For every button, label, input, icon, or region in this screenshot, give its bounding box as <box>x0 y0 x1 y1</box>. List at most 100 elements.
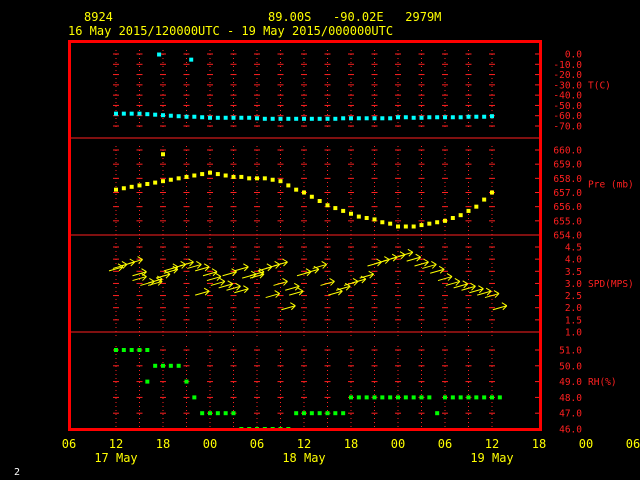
x-tick-label: 12 <box>297 437 311 451</box>
corner-label: 2 <box>14 467 20 478</box>
wind-arrow <box>359 270 375 279</box>
pressure-point <box>435 220 440 225</box>
humidity-point <box>208 411 212 416</box>
humidity-point <box>121 348 126 352</box>
x-tick-label: 12 <box>485 437 499 451</box>
temperature-point <box>145 112 150 117</box>
humidity-point <box>341 411 346 416</box>
temperature-point <box>317 116 322 121</box>
temperature-point <box>380 116 385 121</box>
grid-layer <box>69 50 539 433</box>
pressure-point <box>309 194 314 199</box>
humidity-point <box>129 348 134 352</box>
y-tick-label: 658.0 <box>553 174 582 185</box>
pressure-point <box>411 224 416 229</box>
wind-arrow <box>226 282 241 291</box>
temperature-point <box>189 57 194 62</box>
humidity-point <box>427 395 432 400</box>
pressure-point <box>286 183 291 188</box>
humidity-point <box>168 363 173 368</box>
y-tick-label: 654.0 <box>553 231 582 242</box>
temperature-point <box>388 116 393 121</box>
temperature-point <box>215 115 220 120</box>
pressure-point <box>466 208 471 213</box>
wind-arrow <box>195 263 210 272</box>
pressure-point <box>302 190 306 195</box>
wind-arrow <box>132 268 147 277</box>
temperature-point <box>161 113 165 118</box>
x-tick-label: 12 <box>109 437 123 451</box>
humidity-point <box>403 395 408 400</box>
humidity-point <box>153 363 158 368</box>
temperature-point <box>396 115 400 120</box>
temperature-point <box>157 52 162 57</box>
y-tick-label: 660.0 <box>553 146 582 157</box>
pressure-point <box>137 183 142 188</box>
humidity-point <box>380 395 385 400</box>
temperature-point <box>443 115 447 120</box>
humidity-point <box>364 395 369 400</box>
pressure-point <box>145 182 150 186</box>
panel-label-pressure: Pre (mb) <box>588 180 634 191</box>
wind-arrow <box>492 302 508 311</box>
humidity-point <box>411 395 416 400</box>
time-range: 16 May 2015/120000UTC - 19 May 2015/0000… <box>68 24 393 38</box>
y-tick-label: 4.5 <box>565 243 582 254</box>
wind-arrow <box>187 260 202 269</box>
pressure-point <box>458 213 463 218</box>
humidity-point <box>184 379 189 384</box>
station-location: 89.00S -90.02E 2979M <box>268 10 441 24</box>
y-tick-label: 2.5 <box>565 291 582 302</box>
temperature-point <box>168 113 173 118</box>
pressure-point <box>396 224 400 229</box>
temperature-point <box>474 114 479 119</box>
x-tick-label: 18 <box>156 437 170 451</box>
x-day-label: 19 May <box>470 451 513 465</box>
temperature-point <box>184 114 189 119</box>
humidity-point <box>482 395 487 400</box>
pressure-point <box>223 173 228 178</box>
y-tick-label: 46.0 <box>559 425 582 436</box>
humidity-point <box>450 395 455 400</box>
pressure-point <box>231 174 236 179</box>
temperature-point <box>286 116 291 121</box>
panel-label-temperature: T(C) <box>588 80 611 91</box>
temperature-point <box>372 116 377 121</box>
temperature-point <box>482 114 487 119</box>
y-tick-label: 48.0 <box>559 393 582 404</box>
pressure-point <box>474 204 479 209</box>
pressure-point <box>278 179 283 184</box>
humidity-point <box>309 411 314 416</box>
pressure-point <box>247 176 252 181</box>
temperature-point <box>278 116 283 121</box>
pressure-point <box>161 152 165 157</box>
x-tick-label: 06 <box>626 437 640 451</box>
x-tick-label: 06 <box>250 437 264 451</box>
wind-arrow <box>218 280 234 289</box>
wind-arrow <box>195 287 210 296</box>
pressure-point <box>270 177 275 182</box>
humidity-point <box>372 395 377 400</box>
humidity-point <box>356 395 361 400</box>
temperature-point <box>176 114 181 119</box>
humidity-point <box>161 363 165 368</box>
meteogram-chart: 8924 89.00S -90.02E 2979M 16 May 2015/12… <box>14 10 640 478</box>
temperature-point <box>208 115 212 120</box>
pressure-point <box>262 176 267 181</box>
x-day-label: 17 May <box>94 451 137 465</box>
pressure-point <box>333 206 338 211</box>
humidity-point <box>114 348 118 352</box>
temperature-point <box>255 116 259 121</box>
temperature-point <box>341 116 346 121</box>
y-tick-label: 49.0 <box>559 377 582 388</box>
humidity-point <box>200 411 205 416</box>
temperature-point <box>427 115 432 120</box>
pressure-point <box>192 173 197 178</box>
y-tick-label: 1.0 <box>565 328 582 339</box>
temperature-point <box>458 115 463 120</box>
x-tick-label: 00 <box>391 437 405 451</box>
pressure-point <box>325 203 330 208</box>
y-tick-label: 51.0 <box>559 346 582 357</box>
pressure-point <box>372 217 377 222</box>
humidity-point <box>396 395 400 400</box>
